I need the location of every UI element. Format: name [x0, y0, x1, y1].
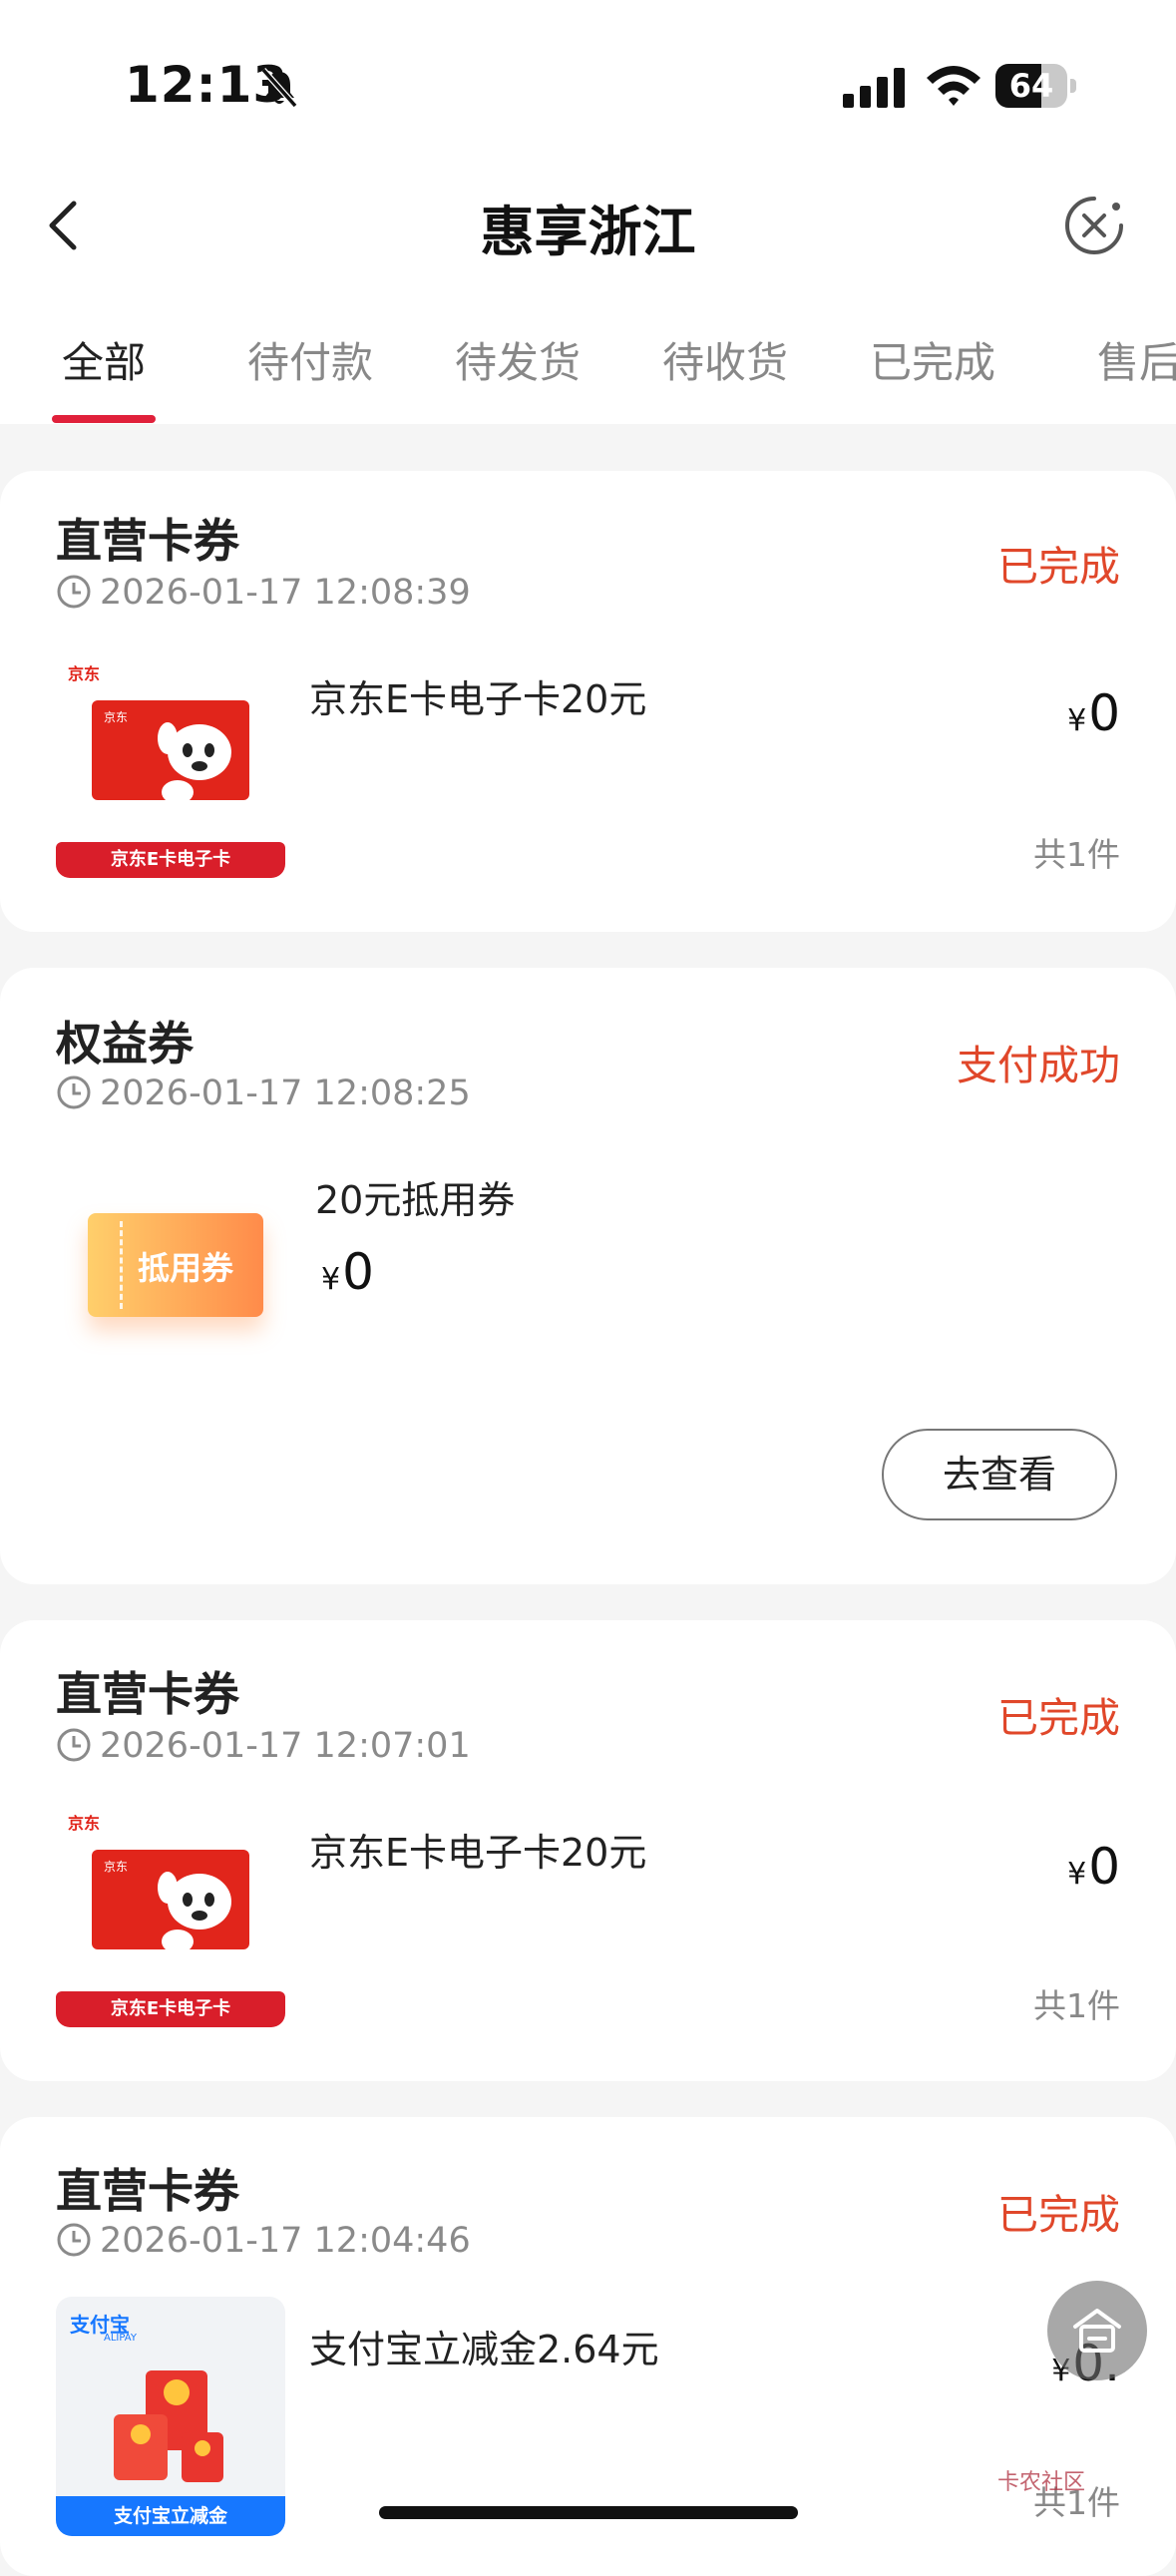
- product-price: ¥0: [321, 1243, 374, 1301]
- floating-home-button[interactable]: [1047, 2281, 1147, 2380]
- product-name: 支付宝立减金2.64元: [309, 2328, 659, 2371]
- product-name: 京东E卡电子卡20元: [309, 1831, 647, 1875]
- product-image-banner: 京东E卡电子卡: [56, 842, 285, 878]
- order-status: 已完成: [997, 543, 1120, 591]
- item-count: 共1件: [1033, 1986, 1120, 2025]
- battery-level-text: 64: [1008, 67, 1054, 105]
- page-title: 惠享浙江: [480, 201, 696, 263]
- jd-logo: 京东: [68, 664, 101, 683]
- bell-muted-icon: [260, 68, 298, 108]
- watermark: 卡农社区: [997, 2470, 1086, 2495]
- cellular-signal-icon: [843, 68, 905, 108]
- order-card[interactable]: 直营卡券 2026-01-17 12:07:01 已完成 京东 京东 京东E卡电…: [0, 1620, 1176, 2081]
- order-time: 2026-01-17 12:04:46: [56, 2221, 471, 2261]
- product-image[interactable]: 京东 京东 京东E卡电子卡: [56, 1810, 287, 2041]
- item-count: 共1件: [1033, 835, 1120, 874]
- clock-icon: [57, 575, 91, 609]
- tab-all[interactable]: 全部: [62, 329, 146, 390]
- home-icon: [1073, 2309, 1121, 2353]
- jd-dog-mascot-icon: [158, 722, 231, 800]
- tab-completed[interactable]: 已完成: [870, 329, 995, 390]
- order-card[interactable]: 权益券 2026-01-17 12:08:25 支付成功 抵用券 20元抵用券 …: [0, 968, 1176, 1584]
- clock-icon: [57, 2223, 91, 2257]
- tab-pending-shipment[interactable]: 待发货: [455, 329, 581, 390]
- product-image[interactable]: 京东 京东 京东E卡电子卡: [56, 660, 287, 892]
- order-time: 2026-01-17 12:07:01: [56, 1726, 471, 1766]
- product-image-banner: 支付宝立减金: [56, 2496, 285, 2536]
- product-name: 京东E卡电子卡20元: [309, 677, 647, 721]
- tab-after-sales[interactable]: 售后: [1097, 329, 1176, 390]
- tab-pending-receipt[interactable]: 待收货: [662, 329, 788, 390]
- product-price: ¥0: [1067, 684, 1120, 742]
- shop-name: 直营卡券: [56, 514, 239, 568]
- order-time: 2026-01-17 12:08:25: [56, 1073, 471, 1113]
- order-card[interactable]: 直营卡券 2026-01-17 12:08:39 已完成 京东 京东 京东E卡电…: [0, 471, 1176, 932]
- order-status: 已完成: [997, 1694, 1120, 1742]
- clock-icon: [57, 1728, 91, 1762]
- product-name: 20元抵用券: [315, 1178, 516, 1222]
- close-miniprogram-icon[interactable]: [1063, 195, 1125, 256]
- shop-name: 直营卡券: [56, 2164, 239, 2218]
- product-image[interactable]: 支付宝 ALIPAY 支付宝立减金: [56, 2297, 285, 2536]
- shop-name: 权益券: [56, 1017, 194, 1071]
- clock-icon: [57, 1075, 91, 1109]
- red-packet-icon: [114, 2370, 223, 2482]
- view-button[interactable]: 去查看: [882, 1429, 1117, 1520]
- product-image-banner: 京东E卡电子卡: [56, 1991, 285, 2027]
- shop-name: 直营卡券: [56, 1667, 239, 1721]
- tab-pending-payment[interactable]: 待付款: [247, 329, 373, 390]
- product-price: ¥0: [1067, 1838, 1120, 1896]
- home-indicator[interactable]: [379, 2506, 798, 2519]
- wifi-icon: [927, 66, 980, 106]
- jd-dog-mascot-icon: [158, 1872, 231, 1949]
- active-tab-indicator: [52, 415, 156, 423]
- order-status: 支付成功: [957, 1042, 1120, 1089]
- coupon-image[interactable]: 抵用券: [88, 1213, 263, 1317]
- jd-logo: 京东: [68, 1814, 101, 1833]
- order-time: 2026-01-17 12:08:39: [56, 573, 471, 613]
- battery-indicator: 64: [995, 64, 1077, 110]
- order-status: 已完成: [997, 2191, 1120, 2239]
